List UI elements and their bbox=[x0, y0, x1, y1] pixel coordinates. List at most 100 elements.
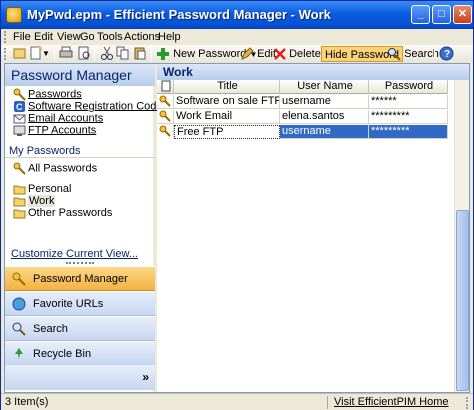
toolbar: ▼ New Password ▼ Edit Delete Hide Passwo… bbox=[1, 45, 473, 63]
table-row[interactable]: Software on sale FTP username ****** bbox=[157, 95, 448, 109]
toolbar-separator bbox=[54, 47, 55, 61]
cell-user-name: username bbox=[280, 95, 369, 109]
cut-icon[interactable] bbox=[100, 46, 114, 62]
cell-password: ********* bbox=[369, 125, 448, 139]
key-icon bbox=[13, 162, 26, 175]
close-button[interactable]: ✕ bbox=[453, 5, 472, 24]
svg-text:?: ? bbox=[444, 49, 450, 60]
cell-user-name: elena.santos bbox=[280, 110, 369, 124]
maximize-button[interactable]: □ bbox=[432, 5, 451, 24]
folder-label: Personal bbox=[28, 183, 72, 195]
sidebar-item-label: Email Accounts bbox=[28, 112, 104, 125]
nav-label: Recycle Bin bbox=[33, 348, 92, 360]
menu-tools[interactable]: Tools bbox=[97, 29, 123, 45]
cell-user-name: username bbox=[280, 125, 369, 139]
table-row[interactable]: Work Email elena.santos ********* bbox=[157, 110, 448, 124]
menu-file[interactable]: File bbox=[13, 29, 31, 45]
nav-password-manager[interactable]: Password Manager bbox=[5, 266, 155, 291]
vertical-scrollbar[interactable] bbox=[454, 80, 469, 392]
cell-password: ********* bbox=[369, 110, 448, 124]
table-row-selected[interactable]: Free FTP username ********* bbox=[157, 125, 448, 139]
sidebar-title: Password Manager bbox=[5, 64, 155, 86]
row-key-icon bbox=[157, 125, 174, 139]
nav-label: Search bbox=[33, 323, 68, 335]
sidebar-folder-personal[interactable]: Personal bbox=[13, 183, 71, 195]
menu-bar: File Edit View Go Tools Actions Help bbox=[1, 29, 473, 45]
document-icon bbox=[161, 80, 171, 92]
sidebar-item-label: FTP Accounts bbox=[28, 124, 97, 137]
sidebar: Password Manager Passwords C Software Reg… bbox=[5, 64, 168, 392]
app-icon[interactable] bbox=[6, 7, 22, 23]
sidebar-item-ftp-accounts[interactable]: FTP Accounts bbox=[13, 124, 96, 137]
header-title[interactable]: Title bbox=[174, 80, 280, 94]
svg-text:C: C bbox=[16, 102, 23, 112]
delete-x-icon bbox=[274, 48, 286, 60]
print-icon[interactable] bbox=[59, 46, 73, 62]
open-file-icon[interactable] bbox=[13, 46, 27, 62]
my-passwords-section-label: My Passwords bbox=[5, 144, 155, 158]
menubar-grip-icon bbox=[4, 31, 7, 43]
splitter-grip[interactable] bbox=[66, 262, 94, 265]
toolbar-separator bbox=[94, 47, 95, 61]
cell-title[interactable]: Free FTP bbox=[174, 125, 280, 139]
new-password-label: New Password bbox=[173, 48, 247, 60]
sidebar-item-label: All Passwords bbox=[28, 162, 98, 175]
sidebar-folder-other-passwords[interactable]: Other Passwords bbox=[13, 207, 112, 219]
resize-grip-icon[interactable] bbox=[456, 397, 468, 409]
minimize-button[interactable]: _ bbox=[411, 5, 430, 24]
folder-icon bbox=[13, 185, 26, 195]
row-key-icon bbox=[157, 95, 174, 109]
cell-title: Software on sale FTP bbox=[176, 95, 280, 109]
sidebar-folder-work[interactable]: Work bbox=[13, 195, 56, 207]
status-bar: 3 Item(s) Visit EfficientPIM Home Page bbox=[1, 393, 473, 410]
title-bar[interactable]: MyPwd.epm - Efficient Password Manager -… bbox=[1, 1, 473, 29]
nav-label: Password Manager bbox=[33, 273, 128, 285]
help-icon[interactable]: ? bbox=[439, 46, 454, 62]
nav-label: Favorite URLs bbox=[33, 298, 104, 310]
cell-password: ****** bbox=[369, 95, 448, 109]
edit-button[interactable]: Edit bbox=[240, 46, 276, 62]
ftp-icon bbox=[13, 125, 26, 136]
app-window: MyPwd.epm - Efficient Password Manager -… bbox=[0, 0, 474, 410]
pencil-icon bbox=[241, 47, 254, 60]
menu-view[interactable]: View bbox=[57, 29, 81, 45]
folder-label: Work bbox=[28, 195, 56, 207]
key-icon bbox=[12, 272, 26, 286]
main-panel: Work Title User Name Password Software o… bbox=[157, 64, 469, 392]
menu-help[interactable]: Help bbox=[158, 29, 181, 45]
status-divider bbox=[327, 396, 328, 409]
cell-title: Work Email bbox=[174, 110, 280, 124]
copy-icon[interactable] bbox=[116, 46, 130, 62]
globe-icon bbox=[12, 297, 26, 311]
menu-go[interactable]: Go bbox=[80, 29, 95, 45]
header-user-name[interactable]: User Name bbox=[280, 80, 369, 94]
plus-icon bbox=[157, 48, 169, 61]
search-button[interactable]: Search bbox=[387, 46, 439, 62]
nav-recycle-bin[interactable]: Recycle Bin bbox=[5, 341, 155, 366]
paste-icon[interactable] bbox=[133, 46, 147, 62]
menu-actions[interactable]: Actions bbox=[124, 29, 160, 45]
scrollbar-thumb[interactable] bbox=[456, 210, 469, 391]
header-icon-column[interactable] bbox=[157, 80, 174, 94]
folder-open-icon bbox=[13, 197, 26, 207]
row-key-icon bbox=[157, 110, 174, 124]
nav-expand-chevron-icon[interactable]: » bbox=[5, 365, 155, 390]
item-count: 3 Item(s) bbox=[5, 396, 49, 408]
delete-button[interactable]: Delete bbox=[274, 46, 321, 62]
delete-label: Delete bbox=[289, 48, 321, 60]
customize-view-link[interactable]: Customize Current View... bbox=[11, 248, 138, 260]
folder-title: Work bbox=[157, 64, 469, 80]
new-dropdown-arrow-icon[interactable]: ▼ bbox=[42, 46, 50, 62]
print-preview-icon[interactable] bbox=[77, 46, 91, 62]
folder-label: Other Passwords bbox=[28, 207, 113, 219]
toolbar-separator bbox=[434, 47, 435, 61]
sidebar-item-label: Software Registration Codes bbox=[28, 100, 169, 113]
sidebar-item-label: Passwords bbox=[28, 88, 82, 101]
table-header: Title User Name Password bbox=[157, 80, 448, 94]
nav-favorite-urls[interactable]: Favorite URLs bbox=[5, 291, 155, 316]
header-password[interactable]: Password bbox=[369, 80, 448, 94]
home-page-link[interactable]: Visit EfficientPIM Home Page bbox=[334, 394, 473, 410]
menu-edit[interactable]: Edit bbox=[34, 29, 53, 45]
sidebar-item-all-passwords[interactable]: All Passwords bbox=[13, 162, 97, 175]
nav-search[interactable]: Search bbox=[5, 316, 155, 341]
